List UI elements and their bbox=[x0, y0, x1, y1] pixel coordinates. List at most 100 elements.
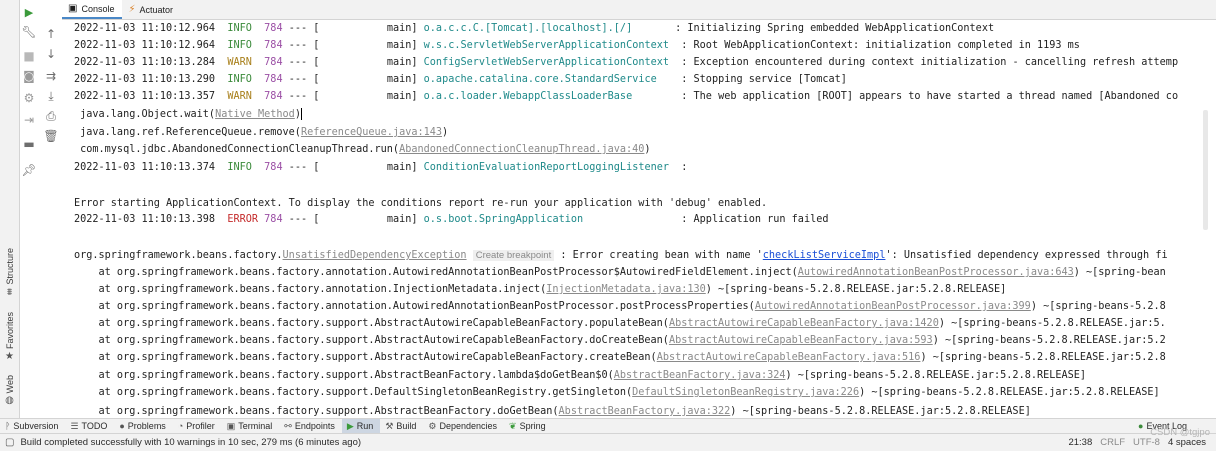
console-scrollbar[interactable] bbox=[1203, 110, 1208, 230]
tab-profiler[interactable]: ◔ Profiler bbox=[173, 419, 222, 433]
wrench-icon[interactable]: 🔧︎ bbox=[19, 22, 39, 42]
structure-label: Structure bbox=[4, 248, 15, 285]
trace-line: com.mysql.jdbc.AbandonedConnectionCleanu… bbox=[74, 144, 651, 155]
stack-line: at org.springframework.beans.factory.ann… bbox=[74, 284, 1007, 295]
settings-gear-icon[interactable]: ⚙ bbox=[19, 88, 39, 108]
tab-terminal[interactable]: ▣ Terminal bbox=[222, 419, 280, 433]
trash-icon[interactable]: 🗑︎ bbox=[40, 126, 62, 146]
globe-icon: ◍ bbox=[5, 395, 14, 407]
stack-line: at org.springframework.beans.factory.sup… bbox=[74, 318, 1166, 329]
up-arrow-icon[interactable]: ↑ bbox=[40, 24, 62, 44]
log-line: 2022-11-03 11:10:13.284 WARN 784 --- [ m… bbox=[74, 57, 1179, 68]
build-icon: ⚒ bbox=[385, 420, 394, 431]
tab-actuator[interactable]: ⚡︎ Actuator bbox=[122, 0, 181, 19]
build-status-icon: ▢ bbox=[5, 437, 15, 448]
tab-spring[interactable]: ❦ Spring bbox=[504, 419, 553, 433]
terminal-icon: ▣ bbox=[226, 420, 236, 431]
tool-window-bar: ᚹ Subversion ☰ TODO ● Problems ◔ Profiler ▣ T… bbox=[0, 418, 1216, 433]
source-link[interactable]: AbandonedConnectionCleanupThread.java:40 bbox=[399, 144, 644, 155]
tab-console[interactable]: ▣ Console bbox=[62, 0, 123, 19]
status-message[interactable]: Build completed successfully with 10 war… bbox=[20, 437, 361, 448]
line-separator[interactable]: CRLF bbox=[1100, 437, 1125, 448]
trace-line: java.lang.ref.ReferenceQueue.remove(Refe… bbox=[74, 127, 449, 138]
exception-line: org.springframework.beans.factory.Unsati… bbox=[74, 250, 1168, 261]
left-tool-strip: Structure ⩩ Favorites ★ Web ◍ bbox=[0, 0, 20, 418]
tab-endpoints[interactable]: ⚯ Endpoints bbox=[279, 419, 342, 433]
star-icon: ★ bbox=[5, 351, 14, 363]
camera-icon[interactable]: ◙ bbox=[19, 66, 39, 86]
status-bar: ▢ Build completed successfully with 10 w… bbox=[0, 433, 1216, 451]
source-link[interactable]: AbstractAutowireCapableBeanFactory.java:… bbox=[669, 318, 939, 329]
source-link[interactable]: Native Method bbox=[215, 109, 295, 120]
web-tool-tab[interactable]: Web ◍ bbox=[1, 375, 18, 406]
web-label: Web bbox=[4, 375, 15, 394]
event-log-icon: ● bbox=[1138, 421, 1144, 431]
stack-line: at org.springframework.beans.factory.sup… bbox=[74, 387, 1160, 398]
tab-console-label: Console bbox=[81, 3, 115, 14]
trace-line: java.lang.Object.wait(Native Method) bbox=[74, 108, 302, 120]
run-toolbar: ▶ 🔧︎ ■ ◙ ⚙ ⇥ ▬ 📌︎ bbox=[19, 0, 39, 418]
tab-subversion[interactable]: ᚹ Subversion bbox=[0, 419, 65, 433]
stack-line: at org.springframework.beans.factory.ann… bbox=[74, 267, 1166, 278]
favorites-tool-tab[interactable]: Favorites ★ bbox=[1, 312, 18, 362]
tab-todo[interactable]: ☰ TODO bbox=[65, 419, 114, 433]
file-encoding[interactable]: UTF-8 bbox=[1133, 437, 1160, 448]
console-output[interactable]: 2022-11-03 11:10:12.964 INFO 784 --- [ m… bbox=[62, 20, 1216, 418]
run-tab-icon: ▶ bbox=[346, 420, 354, 431]
source-link[interactable]: AbstractBeanFactory.java:324 bbox=[614, 370, 786, 381]
source-link[interactable]: AbstractAutowireCapableBeanFactory.java:… bbox=[669, 335, 933, 346]
layout-icon[interactable]: ▬ bbox=[19, 134, 39, 154]
watermark: CSDN @tgjpo bbox=[1150, 427, 1210, 438]
stack-line: at org.springframework.beans.factory.sup… bbox=[74, 406, 1031, 417]
tab-build[interactable]: ⚒ Build bbox=[380, 419, 423, 433]
spring-icon: ❦ bbox=[509, 420, 517, 431]
source-link[interactable]: AbstractBeanFactory.java:322 bbox=[559, 406, 731, 417]
scroll-to-end-icon[interactable]: ⤓ bbox=[40, 86, 62, 106]
stack-line: at org.springframework.beans.factory.ann… bbox=[74, 301, 1166, 312]
stop-icon[interactable]: ■ bbox=[19, 46, 39, 66]
problems-icon: ● bbox=[119, 421, 125, 431]
endpoints-icon: ⚯ bbox=[284, 420, 292, 431]
log-line: 2022-11-03 11:10:12.964 INFO 784 --- [ m… bbox=[74, 40, 1080, 51]
bean-link[interactable]: checkListServiceImpl bbox=[763, 250, 886, 261]
profiler-icon: ◔ bbox=[177, 421, 184, 431]
console-toolbar: ↑ ↓ ⇉ ⤓ ⎙ 🗑︎ bbox=[40, 0, 63, 418]
error-message-line: Error starting ApplicationContext. To di… bbox=[74, 198, 768, 209]
run-tabs-bar: ▣ Console ⚡︎ Actuator bbox=[62, 0, 1216, 20]
source-link[interactable]: AutowiredAnnotationBeanPostProcessor.jav… bbox=[755, 301, 1031, 312]
log-line: 2022-11-03 11:10:13.290 INFO 784 --- [ m… bbox=[74, 74, 847, 85]
log-line: 2022-11-03 11:10:13.357 WARN 784 --- [ m… bbox=[74, 91, 1179, 102]
todo-icon: ☰ bbox=[70, 420, 79, 431]
pin-icon[interactable]: 📌︎ bbox=[19, 160, 39, 180]
run-icon[interactable]: ▶ bbox=[19, 2, 39, 22]
stack-line: at org.springframework.beans.factory.sup… bbox=[74, 352, 1166, 363]
source-link[interactable]: ReferenceQueue.java:143 bbox=[301, 127, 442, 138]
text-caret bbox=[300, 108, 302, 120]
source-link[interactable]: DefaultSingletonBeanRegistry.java:226 bbox=[632, 387, 859, 398]
structure-tool-tab[interactable]: Structure ⩩ bbox=[1, 248, 18, 298]
exception-link[interactable]: UnsatisfiedDependencyException bbox=[283, 250, 467, 261]
log-line: 2022-11-03 11:10:13.398 ERROR 784 --- [ … bbox=[74, 214, 829, 225]
exit-icon[interactable]: ⇥ bbox=[19, 110, 39, 130]
tab-run[interactable]: ▶ Run bbox=[341, 419, 381, 433]
subversion-icon: ᚹ bbox=[5, 421, 11, 431]
tab-problems[interactable]: ● Problems bbox=[114, 419, 172, 433]
log-line: 2022-11-03 11:10:13.374 INFO 784 --- [ m… bbox=[74, 162, 688, 173]
log-line: 2022-11-03 11:10:12.964 INFO 784 --- [ m… bbox=[74, 23, 995, 34]
structure-icon: ⩩ bbox=[6, 286, 13, 298]
indent-setting[interactable]: 4 spaces bbox=[1168, 437, 1206, 448]
source-link[interactable]: AutowiredAnnotationBeanPostProcessor.jav… bbox=[798, 267, 1074, 278]
actuator-icon: ⚡︎ bbox=[128, 4, 136, 15]
source-link[interactable]: InjectionMetadata.java:130 bbox=[546, 284, 705, 295]
tab-dependencies[interactable]: ⚙ Dependencies bbox=[423, 419, 504, 433]
stack-line: at org.springframework.beans.factory.sup… bbox=[74, 335, 1166, 346]
down-arrow-icon[interactable]: ↓ bbox=[40, 44, 62, 64]
soft-wrap-icon[interactable]: ⇉ bbox=[40, 66, 62, 86]
dependencies-icon: ⚙ bbox=[428, 420, 437, 431]
console-icon: ▣ bbox=[68, 3, 78, 14]
create-breakpoint-button[interactable]: Create breakpoint bbox=[472, 250, 555, 261]
caret-position[interactable]: 21:38 bbox=[1068, 437, 1092, 448]
favorites-label: Favorites bbox=[4, 312, 15, 350]
print-icon[interactable]: ⎙ bbox=[40, 106, 62, 126]
source-link[interactable]: AbstractAutowireCapableBeanFactory.java:… bbox=[657, 352, 921, 363]
